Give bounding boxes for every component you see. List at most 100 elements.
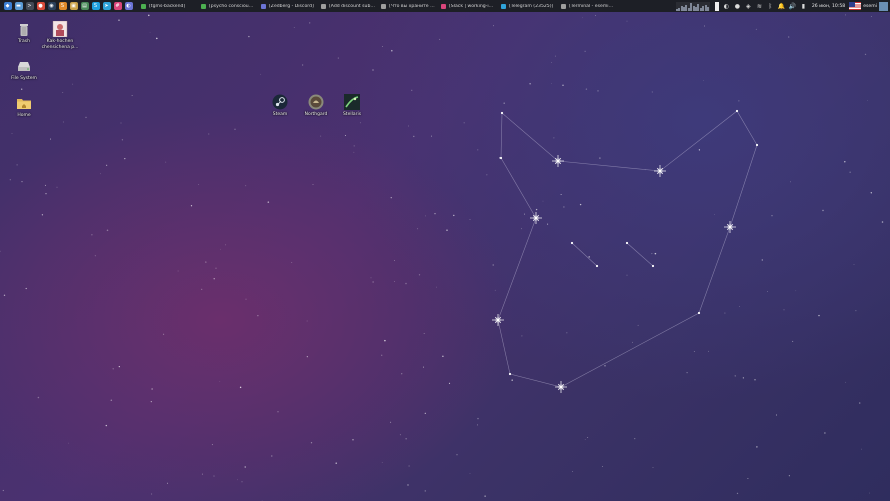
wallpaper-star [431, 135, 432, 137]
wallpaper-star [215, 267, 217, 269]
constellation-star [500, 111, 504, 115]
wallpaper-star [167, 482, 169, 484]
constellation-bright-star [654, 165, 666, 177]
wallpaper-star [381, 354, 383, 356]
wallpaper-star [422, 366, 424, 368]
wallpaper-star [869, 492, 871, 494]
wallpaper-star [344, 135, 346, 137]
constellation-bright-star [552, 155, 564, 167]
wallpaper-star [198, 184, 200, 185]
wallpaper-star [755, 28, 757, 30]
wallpaper-star [734, 375, 736, 377]
wallpaper-star [494, 289, 496, 291]
constellation-star [570, 241, 574, 245]
wallpaper-star [582, 17, 583, 19]
desktop-icon-stellaris[interactable]: Stellaris [332, 94, 372, 118]
desktop-icon-label: Stellaris [342, 112, 362, 117]
constellation-star [697, 311, 701, 315]
wallpaper-star [211, 444, 213, 446]
desktop-icon-file-system[interactable]: File System [4, 58, 44, 82]
wallpaper-star [309, 22, 311, 24]
wallpaper-star [381, 462, 383, 463]
wallpaper-star [767, 290, 768, 292]
wallpaper-star [105, 424, 108, 427]
wallpaper-star [110, 399, 113, 402]
wallpaper-star [442, 355, 444, 357]
wallpaper-star [394, 281, 395, 282]
wallpaper-star [858, 402, 861, 404]
wallpaper-star [477, 149, 479, 151]
wallpaper-star [68, 442, 70, 444]
wallpaper-star [446, 229, 448, 231]
wallpaper-star [651, 91, 653, 93]
wallpaper-star [708, 350, 709, 352]
constellation-bright-star [555, 381, 567, 393]
home-folder-icon [16, 95, 32, 111]
constellation-star [651, 264, 655, 268]
wallpaper-star [849, 171, 851, 173]
wallpaper-star [293, 27, 295, 28]
wallpaper-star [560, 194, 562, 195]
wallpaper-star [693, 351, 695, 352]
wallpaper-star [845, 14, 846, 16]
wallpaper-star [439, 38, 441, 40]
wallpaper-star [201, 473, 203, 475]
wallpaper-star [788, 475, 790, 477]
trash-icon [16, 21, 32, 37]
desktop-icon-trash[interactable]: Trash [4, 21, 44, 45]
wallpaper-star [551, 83, 552, 84]
wallpaper-star [424, 412, 426, 414]
wallpaper-star [417, 228, 419, 230]
wallpaper-star [234, 128, 236, 130]
wallpaper-star [150, 401, 152, 403]
wallpaper-star [584, 439, 586, 441]
wallpaper-star [579, 203, 582, 206]
desktop-icon-home[interactable]: Home [4, 95, 44, 119]
stellaris-app-icon [344, 94, 360, 110]
wallpaper-star [85, 116, 87, 119]
desktop-icon-kak-hochen[interactable]: Kak-hochen chensichena p... [40, 20, 80, 50]
wallpaper-star [535, 208, 538, 211]
wallpaper-star [788, 36, 790, 38]
wallpaper-star [861, 448, 863, 450]
wallpaper-star [391, 49, 393, 52]
wallpaper-star [112, 368, 114, 370]
wallpaper-star [587, 437, 589, 438]
desktop-icon-label: Northgard [304, 112, 328, 117]
wallpaper-star [413, 135, 415, 138]
desktop-icon-label: Steam [272, 112, 288, 117]
wallpaper-star [408, 125, 409, 127]
wallpaper-star [870, 16, 872, 17]
wallpaper-constellation [0, 14, 884, 501]
wallpaper-star [425, 215, 426, 217]
wallpaper-star [245, 185, 247, 187]
wallpaper-star [306, 320, 308, 322]
wallpaper-star [394, 260, 395, 261]
wallpaper-star [353, 145, 355, 147]
wallpaper-star [845, 381, 847, 383]
wallpaper-star [372, 69, 374, 71]
wallpaper-star [493, 25, 494, 27]
wallpaper-star [448, 382, 451, 384]
wallpaper-star [205, 261, 207, 263]
desktop-icon-northgard[interactable]: Northgard [296, 94, 336, 118]
wallpaper-star [399, 434, 401, 436]
wallpaper-star [739, 306, 740, 307]
wallpaper-star [463, 122, 465, 124]
wallpaper-star [213, 278, 215, 280]
desktop-icon-steam[interactable]: Steam [260, 94, 300, 118]
wallpaper-star [747, 478, 749, 479]
wallpaper-star [156, 37, 158, 40]
wallpaper-star [434, 213, 436, 215]
wallpaper-star [632, 341, 633, 343]
wallpaper-star [713, 214, 715, 216]
wallpaper-star [870, 192, 872, 194]
wallpaper-star [584, 50, 586, 52]
wallpaper-star [245, 298, 247, 300]
wallpaper-star [703, 25, 706, 27]
wallpaper-star [16, 164, 18, 166]
wallpaper-star [118, 366, 120, 368]
wallpaper-star [370, 277, 372, 279]
wallpaper-star [469, 472, 471, 474]
wallpaper-star [220, 248, 222, 250]
